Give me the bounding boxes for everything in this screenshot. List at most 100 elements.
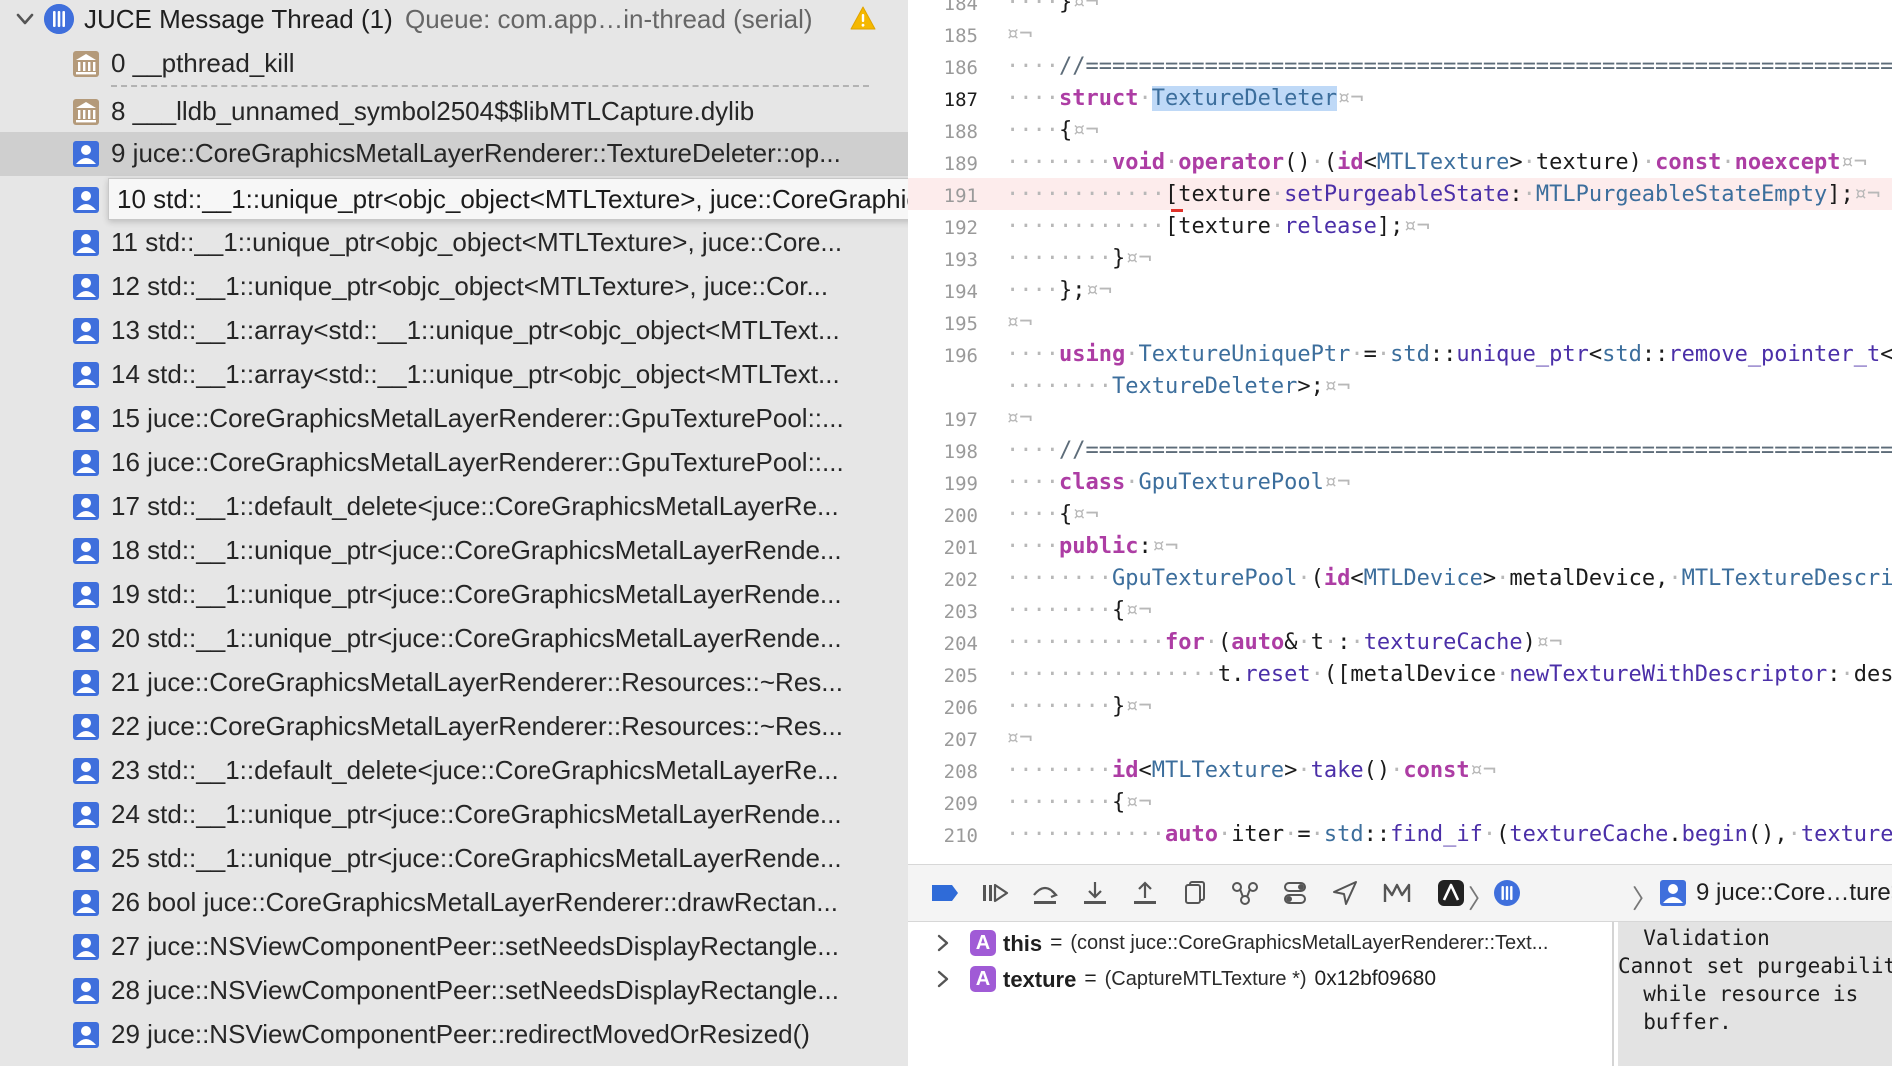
stack-frame-row[interactable]: 14 std::__1::array<std::__1::unique_ptr<… (0, 353, 908, 397)
stack-frame-row[interactable]: 23 std::__1::default_delete<juce::CoreGr… (0, 749, 908, 793)
user-frame-icon (73, 582, 99, 608)
stack-frame-row[interactable]: 8 ___lldb_unnamed_symbol2504$$libMTLCapt… (0, 90, 908, 134)
app-icon[interactable] (1436, 879, 1466, 907)
stack-frame-row[interactable]: 25 std::__1::unique_ptr<juce::CoreGraphi… (0, 837, 908, 881)
stack-frame-label: 8 ___lldb_unnamed_symbol2504$$libMTLCapt… (111, 96, 755, 126)
environment-overrides-icon[interactable] (1280, 879, 1310, 907)
warning-icon[interactable] (850, 6, 876, 30)
code-line[interactable]: ········GpuTexturePool·(id<MTLDevice>·me… (1006, 566, 1892, 591)
breadcrumb-chevron-icon: 〉 (1468, 884, 1495, 914)
frame-separator (111, 85, 869, 87)
stack-frame-row[interactable]: 0 __pthread_kill (0, 42, 908, 86)
stack-frame-label: 12 std::__1::unique_ptr<objc_object<MTLT… (111, 271, 829, 301)
variable-row[interactable]: Athis = (const juce::CoreGraphicsMetalLaye… (908, 926, 1614, 960)
code-line[interactable]: ····}¤¬ (1006, 0, 1099, 15)
panel-divider[interactable] (1612, 922, 1614, 1066)
line-number: 199 (943, 473, 978, 495)
code-line[interactable]: ····class·GpuTexturePool¤¬ (1006, 470, 1350, 495)
stack-frame-row[interactable]: 27 juce::NSViewComponentPeer::setNeedsDi… (0, 925, 908, 969)
line-number: 203 (943, 601, 978, 623)
step-out-icon[interactable] (1130, 879, 1160, 907)
user-frame-icon (73, 362, 99, 388)
stack-frame-row[interactable]: 20 std::__1::unique_ptr<juce::CoreGraphi… (0, 617, 908, 661)
stack-frame-row[interactable]: 9 juce::CoreGraphicsMetalLayerRenderer::… (0, 132, 908, 176)
line-number: 193 (943, 249, 978, 271)
stack-frame-row[interactable]: 22 juce::CoreGraphicsMetalLayerRenderer:… (0, 705, 908, 749)
line-number: 207 (943, 729, 978, 751)
code-line[interactable]: ····};¤¬ (1006, 278, 1112, 303)
user-frame-icon (73, 494, 99, 520)
code-line[interactable]: ····public:¤¬ (1006, 534, 1178, 559)
code-line[interactable]: ········}¤¬ (1006, 246, 1152, 271)
stack-frame-row[interactable]: 29 juce::NSViewComponentPeer::redirectMo… (0, 1013, 908, 1057)
stack-frame-row[interactable]: 11 std::__1::unique_ptr<objc_object<MTLT… (0, 221, 908, 265)
code-line[interactable]: ········{¤¬ (1006, 598, 1152, 623)
user-frame-icon (73, 846, 99, 872)
code-line[interactable]: ¤¬ (1006, 310, 1033, 335)
code-line[interactable]: ········TextureDeleter>;¤¬ (1006, 374, 1350, 399)
line-number: 209 (943, 793, 978, 815)
memory-graph-icon[interactable] (1230, 879, 1260, 907)
code-line[interactable]: ¤¬ (1006, 406, 1033, 431)
code-line[interactable]: ············for·(auto&·t·:·textureCache)… (1006, 630, 1562, 655)
line-number: 204 (943, 633, 978, 655)
continue-icon[interactable] (980, 879, 1010, 907)
breakpoints-toggle-icon[interactable] (930, 879, 960, 907)
chevron-right-icon[interactable] (936, 934, 950, 952)
user-frame-icon (73, 978, 99, 1004)
stack-frame-row[interactable]: 13 std::__1::array<std::__1::unique_ptr<… (0, 309, 908, 353)
stack-frame-row[interactable]: 18 std::__1::unique_ptr<juce::CoreGraphi… (0, 529, 908, 573)
user-frame-icon[interactable] (1658, 879, 1688, 907)
code-line[interactable]: ····{¤¬ (1006, 118, 1099, 143)
code-line[interactable]: ····{¤¬ (1006, 502, 1099, 527)
thread-icon[interactable] (1492, 879, 1522, 907)
step-into-icon[interactable] (1080, 879, 1110, 907)
stack-frame-label: 23 std::__1::default_delete<juce::CoreGr… (111, 755, 839, 785)
user-frame-icon (73, 802, 99, 828)
code-line[interactable]: ············auto·iter·=·std::find_if·(te… (1006, 822, 1892, 847)
stack-frame-row[interactable]: 24 std::__1::unique_ptr<juce::CoreGraphi… (0, 793, 908, 837)
stack-frame-row[interactable]: 28 juce::NSViewComponentPeer::setNeedsDi… (0, 969, 908, 1013)
frame-tooltip: 10 std::__1::unique_ptr<objc_object<MTLT… (108, 178, 908, 220)
code-line[interactable]: ····using·TextureUniquePtr·=·std::unique… (1006, 342, 1892, 367)
code-line[interactable]: ····//==================================… (1006, 54, 1892, 79)
stack-frame-row[interactable]: 15 juce::CoreGraphicsMetalLayerRenderer:… (0, 397, 908, 441)
breadcrumb-frame[interactable]: 9 juce::Core…ture> (1696, 879, 1892, 907)
stack-frame-row[interactable]: 12 std::__1::unique_ptr<objc_object<MTLT… (0, 265, 908, 309)
stack-frame-row[interactable]: 19 std::__1::unique_ptr<juce::CoreGraphi… (0, 573, 908, 617)
code-line[interactable]: ················t.reset·([metalDevice·ne… (1006, 662, 1892, 687)
metal-capture-icon[interactable] (1382, 879, 1412, 907)
stack-frame-row[interactable]: 17 std::__1::default_delete<juce::CoreGr… (0, 485, 908, 529)
variable-name: this (1003, 931, 1043, 956)
code-line[interactable]: ············[texture·release];¤¬ (1006, 214, 1430, 239)
stack-frame-label: 14 std::__1::array<std::__1::unique_ptr<… (111, 359, 840, 389)
simulate-location-icon[interactable] (1330, 879, 1360, 907)
stack-frame-label: 19 std::__1::unique_ptr<juce::CoreGraphi… (111, 579, 842, 609)
console-line: buffer. (1618, 1010, 1732, 1034)
view-hierarchy-icon[interactable] (1180, 879, 1210, 907)
stack-frame-row[interactable]: 16 juce::CoreGraphicsMetalLayerRenderer:… (0, 441, 908, 485)
thread-row[interactable]: JUCE Message Thread (1) Queue: com.app…i… (0, 0, 908, 38)
code-line[interactable]: ····struct·TextureDeleter¤¬ (1006, 86, 1364, 111)
line-number: 206 (943, 697, 978, 719)
stack-frame-label: 11 std::__1::unique_ptr<objc_object<MTLT… (111, 227, 843, 257)
source-editor[interactable]: 184 ····}¤¬ 185 ¤¬ 186 ····//================… (908, 0, 1892, 864)
code-line[interactable]: ········{¤¬ (1006, 790, 1152, 815)
stack-frame-row[interactable]: 21 juce::CoreGraphicsMetalLayerRenderer:… (0, 661, 908, 705)
code-line[interactable]: ¤¬ (1006, 726, 1033, 751)
chevron-down-icon[interactable] (14, 8, 36, 30)
stack-frame-label: 17 std::__1::default_delete<juce::CoreGr… (111, 491, 839, 521)
stack-frame-row[interactable]: 26 bool juce::CoreGraphicsMetalLayerRend… (0, 881, 908, 925)
console-line: Cannot set purgeability (1618, 954, 1892, 978)
code-line[interactable]: ········void·operator()·(id<MTLTexture>·… (1006, 150, 1867, 175)
code-line[interactable]: ····//==================================… (1006, 438, 1892, 463)
line-number: 186 (943, 57, 978, 79)
code-line[interactable]: ············[texture·setPurgeableState:·… (1006, 182, 1880, 207)
variable-row[interactable]: Atexture = (CaptureMTLTexture *) 0x12bf0968… (908, 962, 1614, 996)
code-line[interactable]: ¤¬ (1006, 22, 1033, 47)
code-line[interactable]: ········id<MTLTexture>·take()·const¤¬ (1006, 758, 1496, 783)
code-line[interactable]: ········}¤¬ (1006, 694, 1152, 719)
chevron-right-icon[interactable] (936, 970, 950, 988)
step-over-icon[interactable] (1030, 879, 1060, 907)
console-output[interactable]: Validation Cannot set purgeability while … (1618, 922, 1892, 1066)
